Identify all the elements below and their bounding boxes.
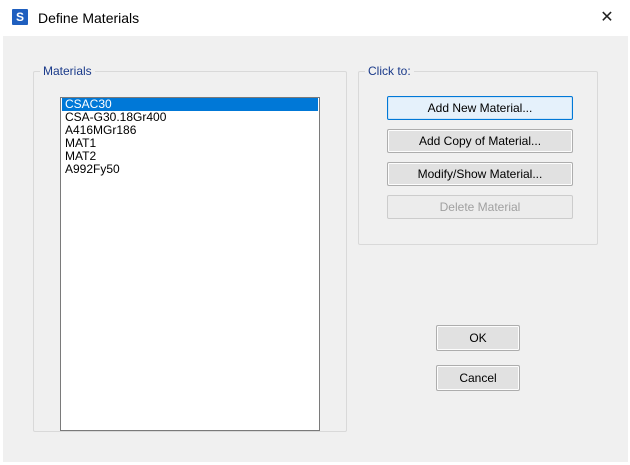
list-item[interactable]: A992Fy50	[62, 163, 318, 176]
add-copy-material-button[interactable]: Add Copy of Material...	[387, 129, 573, 153]
dialog-body: Materials CSAC30 CSA-G30.18Gr400 A416MGr…	[3, 36, 628, 462]
cancel-button[interactable]: Cancel	[436, 365, 520, 391]
click-to-group: Click to: Add New Material... Add Copy o…	[358, 64, 598, 245]
modify-show-material-button[interactable]: Modify/Show Material...	[387, 162, 573, 186]
title-bar: S Define Materials ✕	[0, 0, 630, 36]
click-to-group-label: Click to:	[365, 64, 414, 78]
materials-group: Materials CSAC30 CSA-G30.18Gr400 A416MGr…	[33, 64, 347, 432]
window-title: Define Materials	[38, 10, 140, 26]
materials-group-label: Materials	[40, 64, 95, 78]
ok-button[interactable]: OK	[436, 325, 520, 351]
list-item[interactable]: MAT1	[62, 137, 318, 150]
delete-material-button: Delete Material	[387, 195, 573, 219]
add-new-material-button[interactable]: Add New Material...	[387, 96, 573, 120]
close-icon[interactable]: ✕	[584, 0, 630, 36]
list-item[interactable]: A416MGr186	[62, 124, 318, 137]
materials-listbox[interactable]: CSAC30 CSA-G30.18Gr400 A416MGr186 MAT1 M…	[60, 97, 320, 431]
app-icon: S	[12, 9, 28, 25]
